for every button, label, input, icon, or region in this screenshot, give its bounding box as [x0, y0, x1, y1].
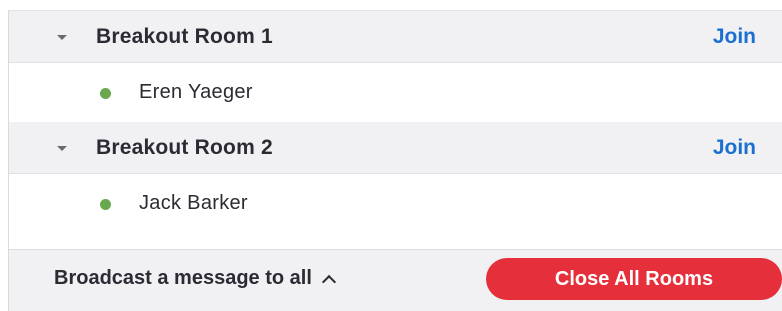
caret-down-icon[interactable] — [57, 145, 67, 151]
broadcast-message-button[interactable]: Broadcast a message to all — [54, 267, 336, 290]
join-room-1-link[interactable]: Join — [713, 25, 756, 49]
room-title: Breakout Room 2 — [96, 135, 273, 159]
breakout-rooms-panel: Breakout Room 1 Join Eren Yaeger Breakou… — [8, 10, 782, 311]
broadcast-label: Broadcast a message to all — [54, 267, 312, 289]
chevron-up-icon — [321, 274, 336, 289]
breakout-room-2-header[interactable]: Breakout Room 2 Join — [9, 122, 782, 174]
panel-footer: Broadcast a message to all Close All Roo… — [9, 249, 782, 311]
participant-row[interactable]: Eren Yaeger — [9, 63, 782, 122]
room-title: Breakout Room 1 — [96, 24, 273, 48]
close-all-rooms-button[interactable]: Close All Rooms — [486, 258, 782, 300]
participant-name: Jack Barker — [139, 192, 248, 214]
status-dot-icon — [100, 87, 111, 99]
breakout-room-1-header[interactable]: Breakout Room 1 Join — [9, 11, 782, 63]
join-room-2-link[interactable]: Join — [713, 136, 756, 160]
participant-row[interactable]: Jack Barker — [9, 174, 782, 233]
participant-name: Eren Yaeger — [139, 81, 253, 103]
caret-down-icon[interactable] — [57, 34, 67, 40]
status-dot-icon — [100, 198, 111, 210]
